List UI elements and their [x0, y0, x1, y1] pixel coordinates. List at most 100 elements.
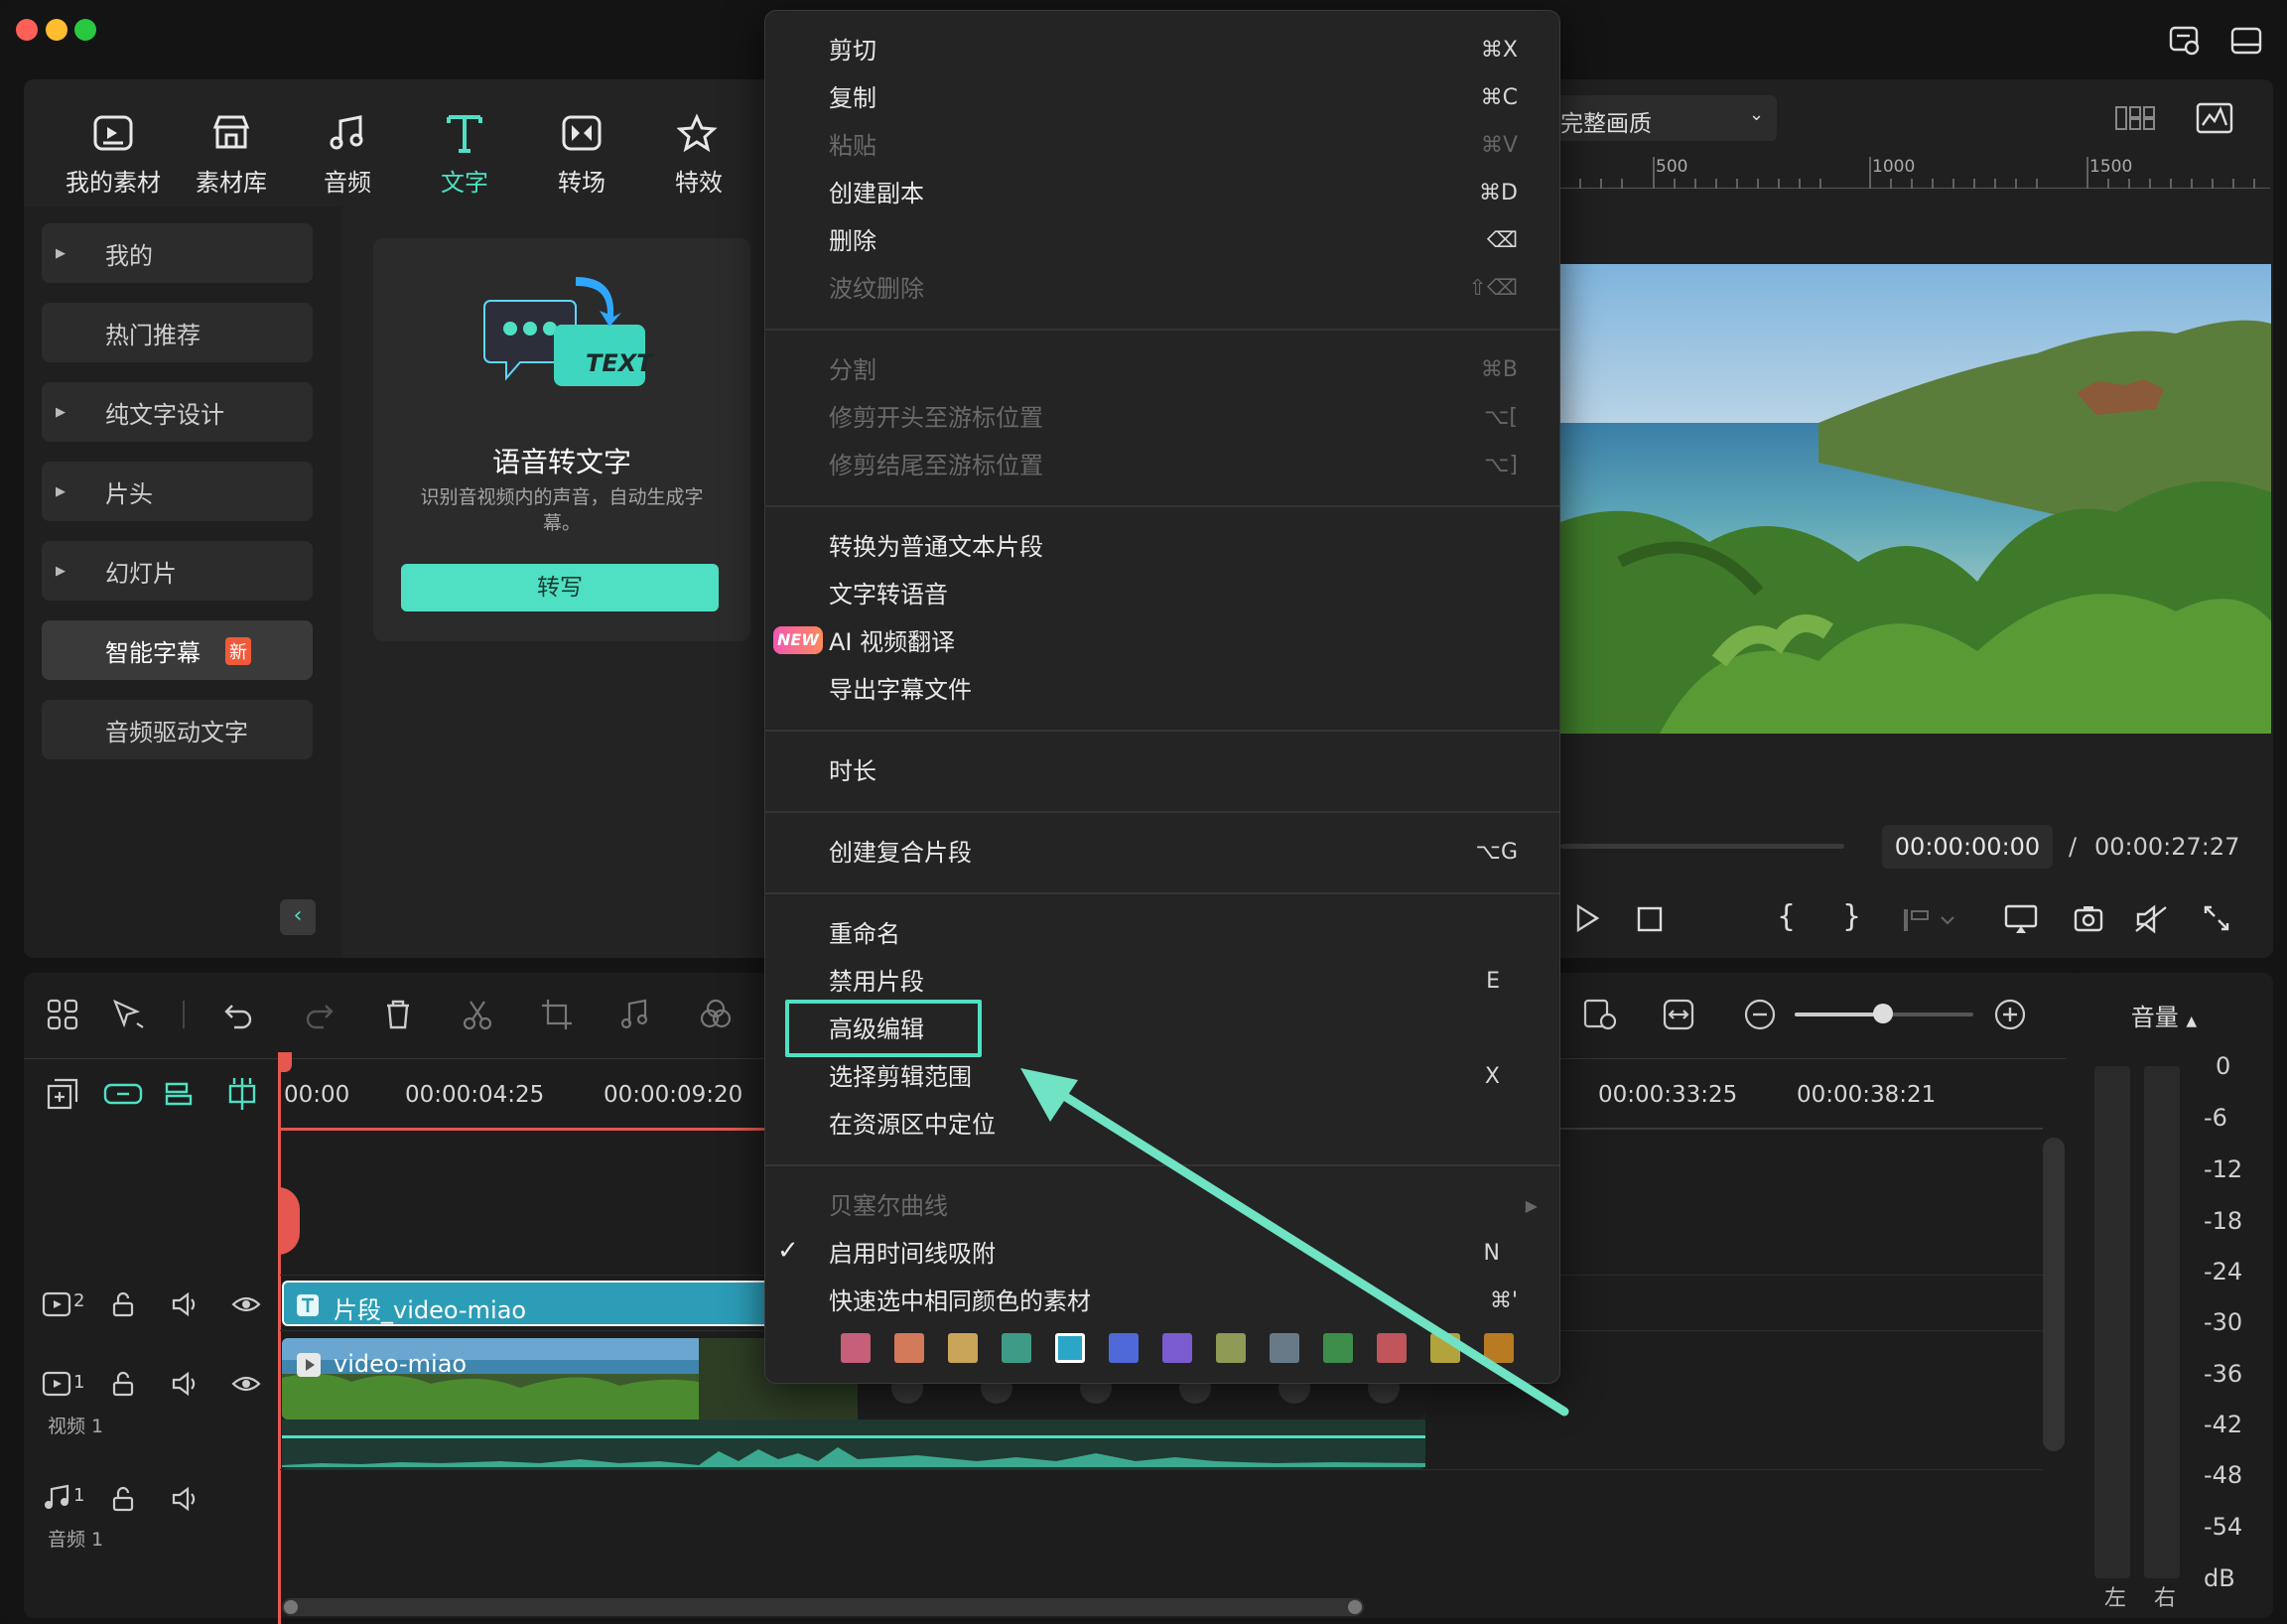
tab-my-media[interactable]: 我的素材	[64, 109, 163, 199]
video-clip-play-icon	[296, 1352, 322, 1378]
color-swatch[interactable]	[948, 1333, 978, 1363]
menu-item-create-compound[interactable]: 创建复合片段	[829, 833, 972, 873]
track-audio-speaker-icon[interactable]	[171, 1370, 201, 1398]
track-visibility-eye-icon[interactable]	[231, 1292, 261, 1316]
play-icon[interactable]	[1574, 903, 1600, 933]
layout-icon[interactable]	[2229, 24, 2263, 58]
category-smart-subtitle[interactable]: 智能字幕新	[42, 620, 313, 680]
music-note-icon	[330, 115, 363, 150]
menu-item-duplicate[interactable]: 创建副本	[829, 174, 924, 213]
close-window-button[interactable]	[16, 19, 38, 41]
track-lock-icon[interactable]	[109, 1485, 137, 1513]
feedback-icon[interactable]	[2168, 24, 2202, 58]
timeline-horizontal-scrollbar[interactable]	[282, 1598, 1364, 1616]
menu-item-convert-text[interactable]: 转换为普通文本片段	[829, 527, 1043, 567]
track-visibility-eye-icon[interactable]	[231, 1372, 261, 1396]
tab-stock-library[interactable]: 素材库	[182, 109, 281, 199]
menu-item-disable-clip[interactable]: 禁用片段	[829, 962, 924, 1002]
scissors-icon[interactable]	[461, 998, 494, 1031]
text-clip[interactable]: 片段_video-miao	[282, 1281, 778, 1326]
menu-item-paste[interactable]: 粘贴	[829, 126, 876, 166]
menu-item-export-subtitles[interactable]: 导出字幕文件	[829, 670, 972, 710]
menu-item-delete[interactable]: 删除	[829, 221, 876, 261]
mute-speaker-icon[interactable]	[2134, 903, 2170, 935]
volume-label[interactable]: 音量 ▲	[2085, 998, 2243, 1032]
stop-icon[interactable]	[1636, 905, 1664, 933]
zoom-window-button[interactable]	[74, 19, 96, 41]
ruler-label: 1000	[1872, 157, 1916, 177]
color-swatch[interactable]	[841, 1333, 871, 1363]
insert-icon[interactable]	[1902, 905, 1957, 933]
timeline-vertical-scrollbar[interactable]	[2043, 1138, 2065, 1451]
category-plain-text[interactable]: ▶ 纯文字设计	[42, 382, 313, 442]
menu-item-trim-start[interactable]: 修剪开头至游标位置	[829, 398, 1043, 438]
tab-transition[interactable]: 转场	[532, 109, 631, 199]
link-clips-icon[interactable]	[103, 1079, 143, 1109]
transcribe-button[interactable]: 转写	[401, 564, 719, 611]
mark-in-icon[interactable]: {	[1777, 899, 1796, 934]
track-audio-speaker-icon[interactable]	[171, 1485, 201, 1513]
menu-item-trim-end[interactable]: 修剪结尾至游标位置	[829, 446, 1043, 485]
color-swatch[interactable]	[894, 1333, 924, 1363]
menu-item-select-range[interactable]: 选择剪辑范围	[829, 1057, 972, 1097]
layout-grid-icon[interactable]	[46, 998, 79, 1031]
tab-effects[interactable]: 特效	[649, 109, 748, 199]
menu-item-ai-video-translate[interactable]: AI 视频翻译	[829, 622, 955, 662]
menu-item-copy[interactable]: 复制	[829, 78, 876, 118]
fit-timeline-icon[interactable]	[1662, 998, 1695, 1031]
menu-separator	[765, 505, 1559, 507]
redo-icon[interactable]	[302, 998, 336, 1031]
playback-progress[interactable]	[1560, 844, 1844, 849]
display-monitor-icon[interactable]	[2003, 903, 2039, 935]
playhead[interactable]	[278, 1052, 281, 1624]
select-cursor-icon[interactable]	[111, 998, 149, 1031]
menu-item-locate-in-media[interactable]: 在资源区中定位	[829, 1105, 996, 1145]
menu-item-bezier-curve[interactable]: 贝塞尔曲线	[829, 1186, 948, 1226]
crop-icon[interactable]	[540, 998, 574, 1031]
tab-text[interactable]: 文字	[415, 109, 514, 199]
menu-item-ripple-delete[interactable]: 波纹删除	[829, 269, 924, 309]
grid-view-icon[interactable]	[2114, 103, 2156, 133]
render-preview-icon[interactable]	[1582, 998, 1618, 1031]
category-hot[interactable]: 热门推荐	[42, 303, 313, 362]
scope-icon[interactable]	[2196, 101, 2233, 135]
category-slideshow[interactable]: ▶ 幻灯片	[42, 541, 313, 601]
snapshot-camera-icon[interactable]	[2073, 903, 2104, 933]
zoom-out-icon[interactable]	[1743, 998, 1777, 1031]
track-lock-icon[interactable]	[109, 1290, 137, 1318]
playhead-handle[interactable]	[278, 1052, 292, 1072]
category-title[interactable]: ▶ 片头	[42, 462, 313, 521]
tab-audio[interactable]: 音频	[298, 109, 397, 199]
magnet-snap-icon[interactable]	[163, 1078, 199, 1110]
track-lock-icon[interactable]	[109, 1370, 137, 1398]
menu-item-advanced-edit[interactable]: 高级编辑	[829, 1010, 924, 1049]
color-match-icon[interactable]	[699, 998, 733, 1031]
menu-item-cut[interactable]: 剪切	[829, 31, 876, 70]
zoom-slider-knob[interactable]	[1873, 1004, 1893, 1023]
scrollbar-handle-left[interactable]	[284, 1600, 298, 1614]
vu-scale-label: -36	[2204, 1360, 2243, 1388]
current-time-display[interactable]: 00:00:00:00	[1882, 825, 2053, 869]
track-audio-speaker-icon[interactable]	[171, 1290, 201, 1318]
category-audio-driven-text[interactable]: 音频驱动文字	[42, 700, 313, 759]
menu-item-timeline-snap[interactable]: 启用时间线吸附	[829, 1234, 996, 1274]
undo-icon[interactable]	[222, 998, 256, 1031]
zoom-in-icon[interactable]	[1993, 998, 2027, 1031]
scrollbar-handle-right[interactable]	[1348, 1600, 1362, 1614]
menu-item-rename[interactable]: 重命名	[829, 914, 900, 954]
video-preview-image[interactable]	[1560, 264, 2271, 734]
fullscreen-icon[interactable]	[2202, 903, 2231, 933]
category-mine[interactable]: ▶ 我的	[42, 223, 313, 283]
zoom-slider[interactable]	[1795, 1004, 1973, 1023]
delete-trash-icon[interactable]	[381, 998, 415, 1031]
audio-adjust-icon[interactable]	[619, 998, 653, 1031]
menu-item-text-to-speech[interactable]: 文字转语音	[829, 575, 948, 614]
quality-dropdown[interactable]: 完整画质 ⌄	[1550, 95, 1777, 141]
mark-out-icon[interactable]: }	[1842, 899, 1861, 934]
add-track-icon[interactable]	[46, 1077, 79, 1111]
collapse-sidebar-button[interactable]: ‹	[280, 899, 316, 935]
auto-ripple-icon[interactable]	[224, 1076, 260, 1112]
menu-item-duration[interactable]: 时长	[829, 751, 876, 791]
menu-item-split[interactable]: 分割	[829, 350, 876, 390]
minimize-window-button[interactable]	[46, 19, 67, 41]
